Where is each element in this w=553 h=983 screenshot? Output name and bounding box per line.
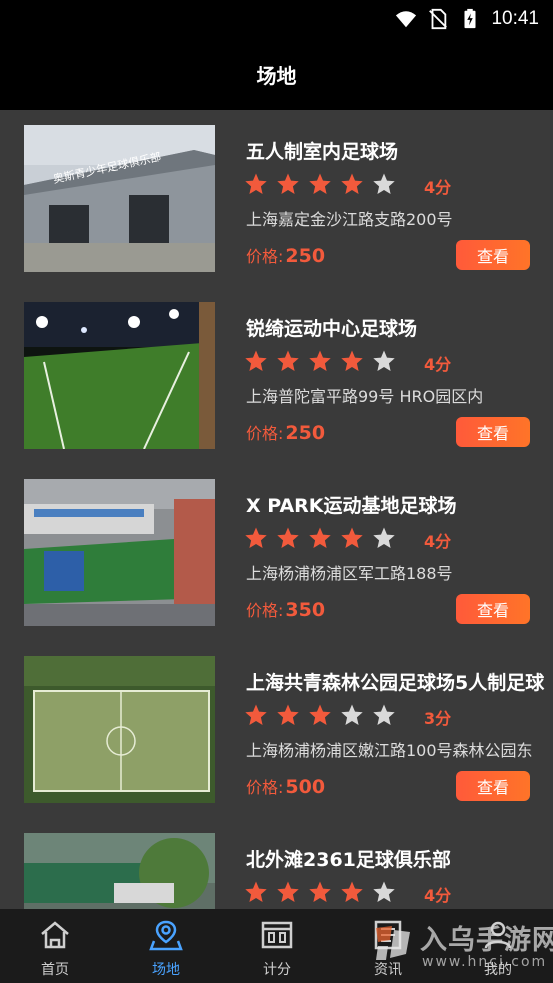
venue-list[interactable]: 奥斯青少年足球俱乐部 五人制室内足球场 4分 上海嘉定金沙江路支路200号 价格… xyxy=(0,110,553,909)
tab-venue[interactable]: 场地 xyxy=(111,909,221,983)
star-filled-icon xyxy=(309,704,331,725)
rating-score: 4分 xyxy=(424,532,452,551)
star-filled-icon xyxy=(309,527,331,548)
status-time: 10:41 xyxy=(491,8,539,29)
venue-location-icon xyxy=(149,920,183,951)
venue-name: 锐绮运动中心足球场 xyxy=(246,318,418,340)
no-sim-icon xyxy=(429,8,448,30)
venue-card[interactable]: 锐绮运动中心足球场 4分 上海普陀富平路99号 HRO园区内 价格: 250 查看 xyxy=(0,287,553,464)
star-filled-icon xyxy=(277,527,299,548)
star-rating xyxy=(244,349,396,373)
venue-thumbnail[interactable] xyxy=(24,479,215,626)
star-filled-icon xyxy=(277,704,299,725)
wifi-icon xyxy=(396,11,417,28)
watermark-text: 入乌手游网 xyxy=(420,925,553,956)
app-header: 场地 xyxy=(0,38,553,110)
price-value: 250 xyxy=(285,422,326,444)
venue-card[interactable]: 奥斯青少年足球俱乐部 五人制室内足球场 4分 上海嘉定金沙江路支路200号 价格… xyxy=(0,110,553,287)
price-value: 350 xyxy=(285,599,326,621)
venue-price: 价格: 500 xyxy=(246,774,325,798)
star-empty-icon xyxy=(341,704,363,725)
venue-thumbnail[interactable]: 奥斯青少年足球俱乐部 xyxy=(24,125,215,272)
view-button[interactable]: 查看 xyxy=(456,240,530,270)
venue-photo-terrace-pitch xyxy=(24,833,215,909)
watermark-url: www.hncj.com xyxy=(422,954,548,970)
venue-thumbnail[interactable] xyxy=(24,656,215,803)
rating-score: 4分 xyxy=(424,886,452,905)
star-filled-icon xyxy=(277,173,299,194)
venue-price: 价格: 250 xyxy=(246,243,325,267)
view-button[interactable]: 查看 xyxy=(456,417,530,447)
battery-charging-icon xyxy=(464,8,476,29)
venue-name: 上海共青森林公园足球场5人制足球 xyxy=(246,672,545,694)
venue-thumbnail[interactable] xyxy=(24,302,215,449)
scoreboard-icon xyxy=(261,921,293,949)
status-icons: 10:41 xyxy=(395,6,539,32)
venue-card[interactable]: 上海共青森林公园足球场5人制足球 3分 上海杨浦杨浦区嫩江路100号森林公园东 … xyxy=(0,641,553,818)
star-rating xyxy=(244,526,396,550)
venue-photo-indoor-hall: 奥斯青少年足球俱乐部 xyxy=(24,125,215,272)
price-value: 250 xyxy=(285,245,326,267)
star-empty-icon xyxy=(373,881,395,902)
star-filled-icon xyxy=(277,881,299,902)
rating-score: 3分 xyxy=(424,709,452,728)
star-filled-icon xyxy=(341,527,363,548)
price-label: 价格: xyxy=(246,601,284,620)
star-filled-icon xyxy=(341,881,363,902)
star-filled-icon xyxy=(245,527,267,548)
star-rating xyxy=(244,880,396,904)
tab-label: 场地 xyxy=(152,962,180,978)
status-bar: 10:41 xyxy=(0,0,553,38)
star-filled-icon xyxy=(341,350,363,371)
watermark-logo-icon xyxy=(376,926,410,960)
venue-name: X PARK运动基地足球场 xyxy=(246,495,457,517)
tab-score[interactable]: 计分 xyxy=(222,909,332,983)
venue-thumbnail[interactable] xyxy=(24,833,215,909)
price-value: 500 xyxy=(285,776,326,798)
venue-price: 价格: 350 xyxy=(246,597,325,621)
star-filled-icon xyxy=(309,881,331,902)
tab-home[interactable]: 首页 xyxy=(0,909,110,983)
venue-photo-forest-pitch xyxy=(24,656,215,803)
price-label: 价格: xyxy=(246,424,284,443)
price-label: 价格: xyxy=(246,247,284,266)
star-filled-icon xyxy=(245,881,267,902)
star-filled-icon xyxy=(245,350,267,371)
venue-address: 上海杨浦杨浦区嫩江路100号森林公园东 xyxy=(246,741,533,760)
venue-card[interactable]: 北外滩2361足球俱乐部 4分 xyxy=(0,818,553,909)
star-filled-icon xyxy=(309,350,331,371)
star-filled-icon xyxy=(245,704,267,725)
rating-score: 4分 xyxy=(424,178,452,197)
site-watermark: 入乌手游网 www.hncj.com xyxy=(370,916,553,976)
home-icon xyxy=(41,921,69,949)
star-empty-icon xyxy=(373,350,395,371)
star-filled-icon xyxy=(245,173,267,194)
star-filled-icon xyxy=(341,173,363,194)
tab-label: 首页 xyxy=(41,962,69,978)
tab-label: 计分 xyxy=(263,962,291,978)
venue-photo-rooftop-pitch xyxy=(24,479,215,626)
page-title: 场地 xyxy=(256,64,297,88)
venue-address: 上海杨浦杨浦区军工路188号 xyxy=(246,564,453,583)
venue-card[interactable]: X PARK运动基地足球场 4分 上海杨浦杨浦区军工路188号 价格: 350 查… xyxy=(0,464,553,641)
price-label: 价格: xyxy=(246,778,284,797)
star-rating xyxy=(244,172,396,196)
star-empty-icon xyxy=(373,173,395,194)
view-button[interactable]: 查看 xyxy=(456,771,530,801)
star-filled-icon xyxy=(277,350,299,371)
venue-price: 价格: 250 xyxy=(246,420,325,444)
star-empty-icon xyxy=(373,527,395,548)
star-empty-icon xyxy=(373,704,395,725)
venue-address: 上海嘉定金沙江路支路200号 xyxy=(246,210,453,229)
star-rating xyxy=(244,703,396,727)
venue-name: 北外滩2361足球俱乐部 xyxy=(246,849,451,871)
venue-address: 上海普陀富平路99号 HRO园区内 xyxy=(246,387,484,406)
rating-score: 4分 xyxy=(424,355,452,374)
venue-name: 五人制室内足球场 xyxy=(246,141,399,163)
view-button[interactable]: 查看 xyxy=(456,594,530,624)
star-filled-icon xyxy=(309,173,331,194)
venue-photo-night-pitch xyxy=(24,302,215,449)
